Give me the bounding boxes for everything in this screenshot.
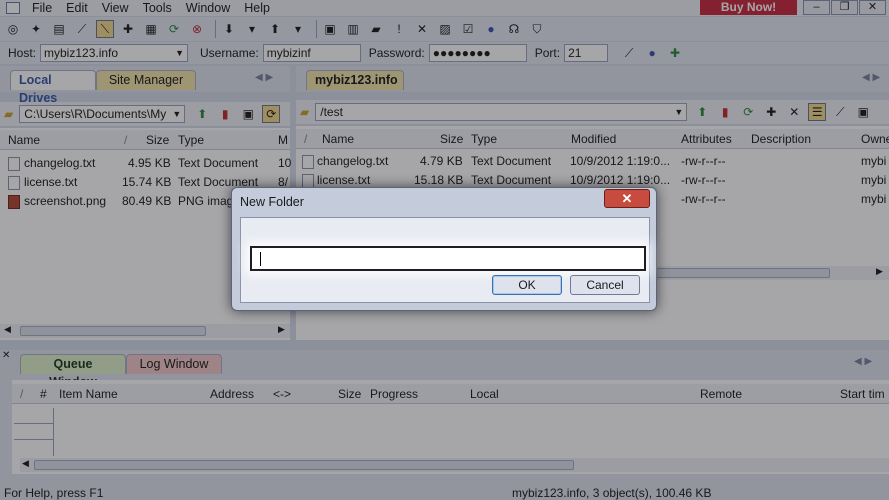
text-cursor	[260, 252, 261, 267]
dialog-title: New Folder	[240, 195, 304, 209]
ok-button[interactable]: OK	[492, 275, 562, 295]
dialog-close-button[interactable]: ✕	[604, 189, 650, 208]
folder-name-input[interactable]	[250, 246, 646, 271]
dialog-body: OK Cancel	[240, 217, 650, 303]
cancel-button[interactable]: Cancel	[570, 275, 640, 295]
new-folder-dialog: New Folder ✕ OK Cancel	[231, 187, 657, 311]
